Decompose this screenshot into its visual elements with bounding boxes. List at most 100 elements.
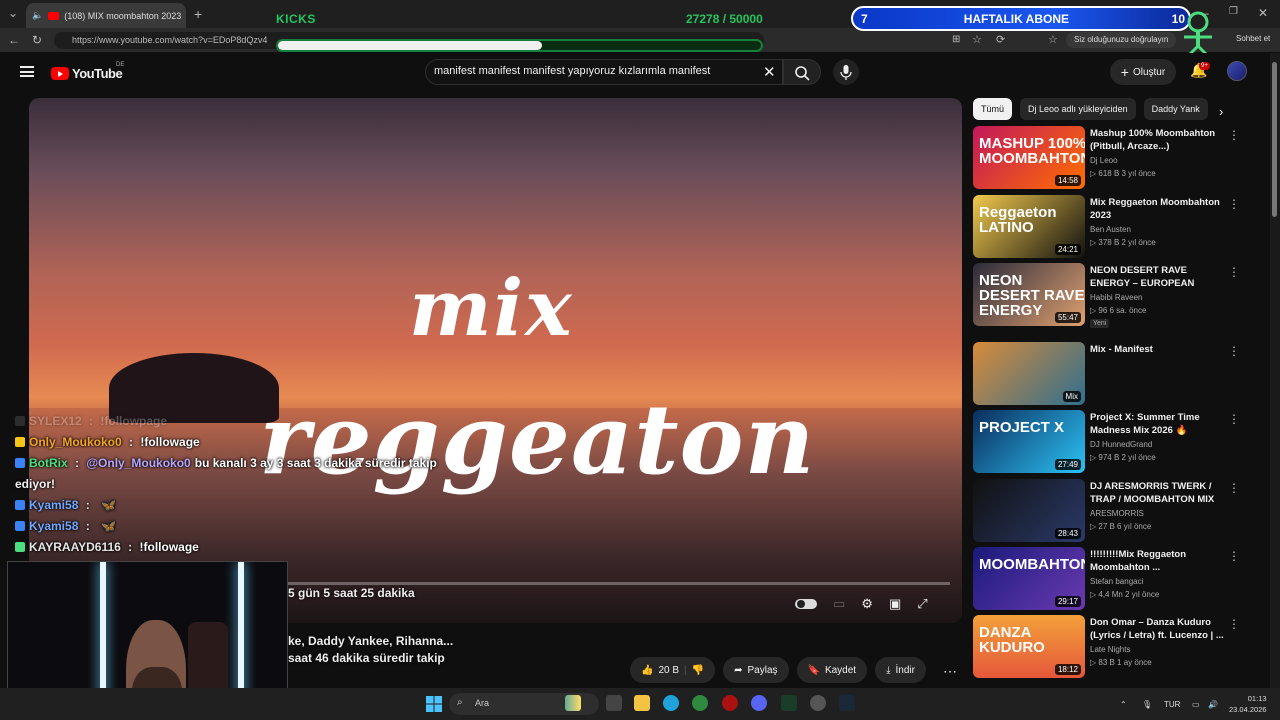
fullscreen-icon[interactable]: ⤢ <box>917 596 927 612</box>
subtitles-icon[interactable]: ▭ <box>833 596 845 612</box>
maximize-icon[interactable]: ❐ <box>1229 6 1238 17</box>
autoplay-toggle[interactable] <box>795 599 817 609</box>
more-actions-icon[interactable]: ⋯ <box>943 663 957 680</box>
recommendation-title[interactable]: DJ ARESMORRIS TWERK / TRAP / MOOMBAHTON … <box>1090 480 1226 506</box>
window-close-icon[interactable]: ✕ <box>1258 6 1268 20</box>
clear-search-icon[interactable]: ✕ <box>763 63 776 81</box>
theater-mode-icon[interactable]: ▣ <box>889 596 901 612</box>
recommendation-channel[interactable]: DJ HunnedGrand <box>1090 440 1152 449</box>
extension-icon[interactable]: ⊞ <box>952 34 960 45</box>
tray-chevron-icon[interactable]: ⌃ <box>1120 700 1127 709</box>
video-thumbnail[interactable]: NEON DESERT RAVE ENERGY 55:47 <box>973 263 1085 326</box>
download-button[interactable]: ⤓ İndir <box>875 657 926 683</box>
recommendation-item[interactable]: PROJECT X 27:49 Project X: Summer Time Mad… <box>973 410 1253 474</box>
scrollbar-thumb[interactable] <box>1272 62 1277 217</box>
browser-tab-active[interactable]: 🔈 (108) MIX moombahton 2023 ✕ <box>26 3 186 28</box>
video-thumbnail[interactable]: PROJECT X 27:49 <box>973 410 1085 473</box>
reload-icon[interactable]: ↻ <box>32 33 42 47</box>
more-options-icon[interactable]: ⋮ <box>1228 549 1240 563</box>
favorites-icon[interactable]: ☆ <box>1048 33 1058 46</box>
youtube-logo[interactable]: YouTube <box>51 66 123 81</box>
more-options-icon[interactable]: ⋮ <box>1228 344 1240 358</box>
chat-button[interactable]: Sohbet et <box>1236 34 1270 43</box>
recommendation-title[interactable]: !!!!!!!!!Mix Reggaeton Moombahton ... <box>1090 548 1226 574</box>
steam-icon[interactable] <box>839 695 855 711</box>
recommendation-title[interactable]: Mix - Manifest <box>1090 343 1226 356</box>
video-thumbnail[interactable]: 28:43 <box>973 479 1085 542</box>
tray-network-icon[interactable]: ▭ <box>1192 700 1200 709</box>
task-view-icon[interactable] <box>606 695 622 711</box>
sync-icon[interactable]: ⟳ <box>996 33 1005 46</box>
edge-icon[interactable] <box>663 695 679 711</box>
recommendation-item[interactable]: MASHUP 100% MOOMBAHTON 14:58 Mashup 100% M… <box>973 126 1253 190</box>
filter-chip[interactable]: Daddy Yank <box>1143 98 1208 120</box>
obs-icon[interactable] <box>810 695 826 711</box>
search-highlight-icon[interactable] <box>565 695 581 711</box>
save-button[interactable]: 🔖 Kaydet <box>796 657 868 683</box>
chat-username[interactable]: Kyami58 <box>29 519 78 533</box>
like-button[interactable]: 👍 20 B | 👎 <box>630 657 716 683</box>
chevron-right-icon[interactable]: › <box>1219 104 1223 119</box>
video-thumbnail[interactable]: Reggaeton LATINO 24:21 <box>973 195 1085 258</box>
recommendation-title[interactable]: Don Omar – Danza Kuduro (Lyrics / Letra)… <box>1090 616 1226 642</box>
recommendation-channel[interactable]: Habibi Raveen <box>1090 293 1142 302</box>
chat-username[interactable]: BotRix <box>29 456 68 470</box>
recommendation-title[interactable]: Project X: Summer Time Madness Mix 2026 … <box>1090 411 1226 437</box>
more-options-icon[interactable]: ⋮ <box>1228 265 1240 279</box>
recommendation-item[interactable]: Mix Mix - Manifest ⋮ <box>973 342 1253 406</box>
chat-username[interactable]: SYLEX12 <box>29 414 82 428</box>
app-red-icon[interactable] <box>722 695 738 711</box>
recommendation-title[interactable]: Mashup 100% Moombahton (Pitbull, Arcaze.… <box>1090 127 1226 153</box>
signin-prompt[interactable]: Siz olduğunuzu doğrulayın <box>1066 32 1177 48</box>
share-button[interactable]: ➦ Paylaş <box>723 657 789 683</box>
more-options-icon[interactable]: ⋮ <box>1228 481 1240 495</box>
windows-start-icon[interactable] <box>426 696 442 712</box>
menu-icon[interactable] <box>20 66 34 77</box>
recommendation-title[interactable]: Mix Reggaeton Moombahton 2023 <box>1090 196 1226 222</box>
chat-username[interactable]: Kyami58 <box>29 498 78 512</box>
recommendation-item[interactable]: MOOMBAHTON 29:17 !!!!!!!!!Mix Reggaeton Mo… <box>973 547 1253 611</box>
chat-username[interactable]: Only_Moukoko0 <box>29 435 122 449</box>
taskbar-clock[interactable]: 01:13 23.04.2026 <box>1229 693 1267 715</box>
recommendation-channel[interactable]: Stefan bangaci <box>1090 577 1143 586</box>
search-input[interactable]: manifest manifest manifest yapıyoruz kız… <box>434 65 710 77</box>
new-tab-icon[interactable]: + <box>194 6 202 22</box>
more-options-icon[interactable]: ⋮ <box>1228 412 1240 426</box>
video-thumbnail[interactable]: MOOMBAHTON 29:17 <box>973 547 1085 610</box>
discord-icon[interactable] <box>751 695 767 711</box>
kick-app-icon[interactable] <box>781 695 797 711</box>
filter-chip[interactable]: Tümü <box>973 98 1013 120</box>
video-thumbnail[interactable]: MASHUP 100% MOOMBAHTON 14:58 <box>973 126 1085 189</box>
chat-username[interactable]: KAYRAAYD6116 <box>29 540 121 554</box>
thumbs-down-icon[interactable]: 👎 <box>692 665 704 676</box>
recommendation-item[interactable]: DANZA KUDURO 18:12 Don Omar – Danza Kuduro… <box>973 615 1253 679</box>
recommendation-channel[interactable]: Late Nights <box>1090 645 1130 654</box>
tray-mic-icon[interactable]: 🎙 <box>1142 700 1152 709</box>
more-options-icon[interactable]: ⋮ <box>1228 617 1240 631</box>
tab-list-icon[interactable]: ⌄ <box>8 6 18 20</box>
more-options-icon[interactable]: ⋮ <box>1228 197 1240 211</box>
bookmark-star-icon[interactable]: ☆ <box>972 33 982 46</box>
avatar[interactable] <box>1227 61 1247 81</box>
tray-volume-icon[interactable]: 🔊 <box>1208 700 1218 709</box>
file-explorer-icon[interactable] <box>634 695 650 711</box>
recommendation-item[interactable]: 28:43 DJ ARESMORRIS TWERK / TRAP / MOOMBA… <box>973 479 1253 543</box>
recommendation-item[interactable]: NEON DESERT RAVE ENERGY 55:47 NEON DESERT … <box>973 263 1253 328</box>
voice-search-button[interactable] <box>833 59 859 85</box>
recommendation-channel[interactable]: Dj Leoo <box>1090 156 1118 165</box>
recommendation-title[interactable]: NEON DESERT RAVE ENERGY – EUROPEAN NIGHT… <box>1090 264 1226 290</box>
filter-chip[interactable]: Dj Leoo adlı yükleyiciden <box>1020 98 1136 120</box>
chat-mention[interactable]: @Only_Moukoko0 <box>86 456 190 470</box>
search-button[interactable] <box>783 59 821 85</box>
recommendation-item[interactable]: Reggaeton LATINO 24:21 Mix Reggaeton Moomb… <box>973 195 1253 259</box>
tray-language[interactable]: TUR <box>1164 700 1180 709</box>
video-thumbnail[interactable]: DANZA KUDURO 18:12 <box>973 615 1085 678</box>
app-green-icon[interactable] <box>692 695 708 711</box>
create-button[interactable]: + Oluştur <box>1110 59 1176 85</box>
recommendation-channel[interactable]: ARESMORRIS <box>1090 509 1144 518</box>
more-options-icon[interactable]: ⋮ <box>1228 128 1240 142</box>
recommendation-channel[interactable]: Ben Austen <box>1090 225 1131 234</box>
settings-gear-icon[interactable]: ⚙ <box>861 596 873 612</box>
video-thumbnail[interactable]: Mix <box>973 342 1085 405</box>
back-icon[interactable]: ← <box>8 33 20 47</box>
